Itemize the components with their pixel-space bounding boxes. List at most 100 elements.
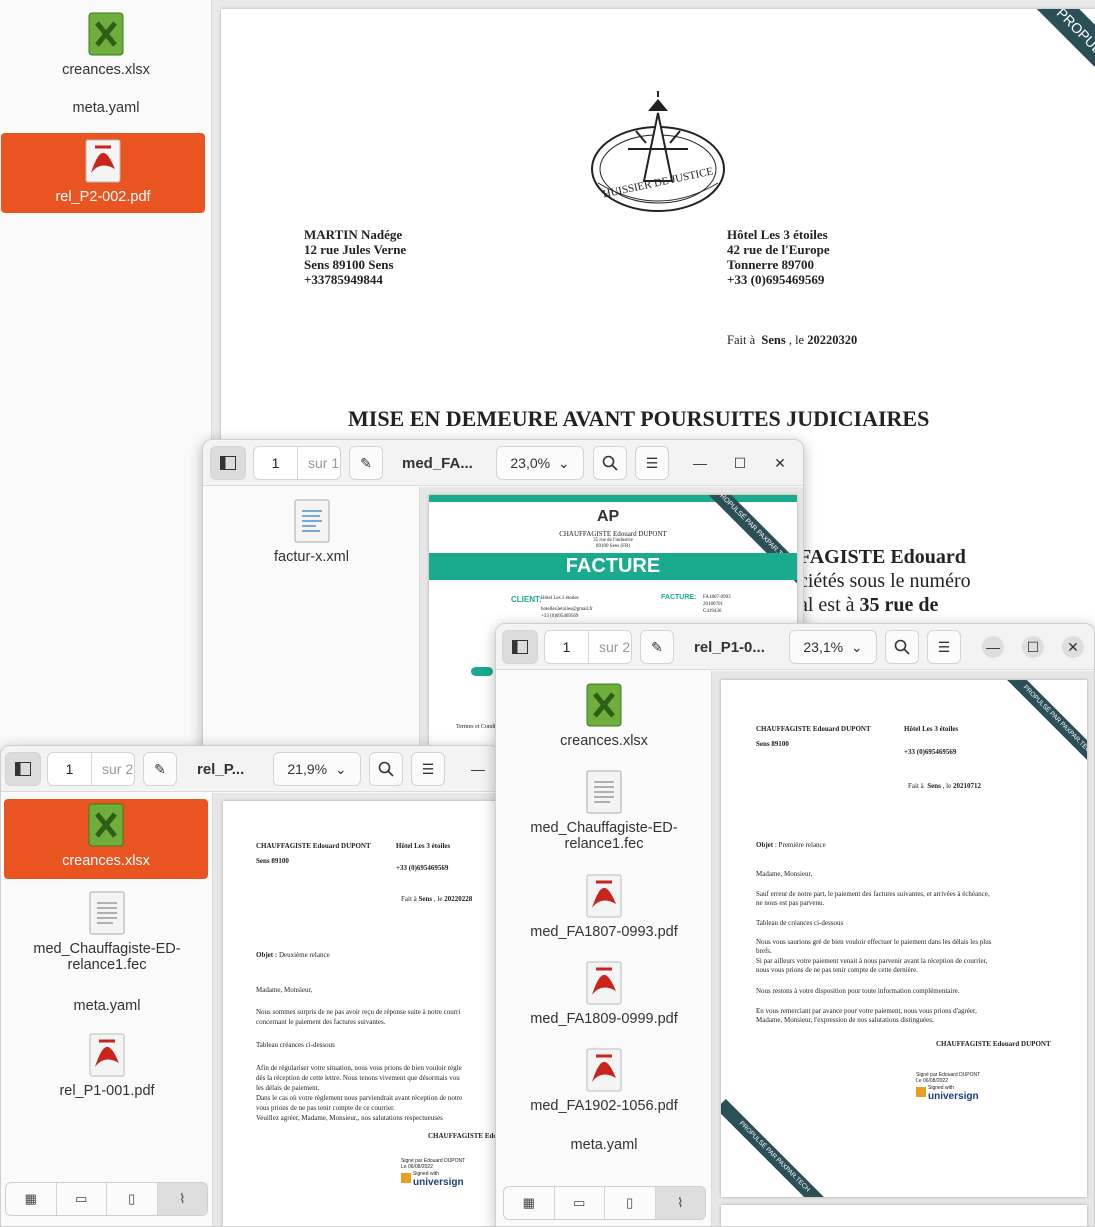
excel-file-icon: [586, 683, 622, 727]
search-button[interactable]: [593, 446, 627, 480]
recipient-address: Hôtel Les 3 étoiles 42 rue de l'Europe T…: [727, 227, 830, 287]
minimize-button[interactable]: —: [982, 636, 1004, 658]
search-button[interactable]: [885, 630, 919, 664]
date-line: Fait à Sens , le 20220320: [727, 333, 858, 347]
letter-line: Tableau de créances ci-dessous: [756, 919, 844, 927]
attachment-item-fec[interactable]: med_Chauffagiste-ED-relance1.fec: [1, 891, 213, 973]
sender-name: CHAUFFAGISTE Edouard DUPONT: [756, 725, 871, 733]
page-number-entry[interactable]: 1 sur 2: [47, 752, 135, 786]
pencil-icon: ✎: [651, 638, 663, 655]
letter-line: Nous vous saurions gré de bien vouloir e…: [756, 938, 992, 946]
attachment-item-factur-x-xml[interactable]: factur-x.xml: [203, 499, 420, 565]
search-button[interactable]: [369, 752, 403, 786]
pencil-icon: ✎: [360, 454, 372, 471]
bookmarks-tab[interactable]: ▯: [107, 1183, 158, 1215]
minimize-button[interactable]: —: [467, 758, 489, 780]
attachment-item-creances-xlsx[interactable]: creances.xlsx: [496, 683, 712, 749]
attachment-label: med_FA1807-0993.pdf: [530, 924, 678, 940]
zoom-dropdown[interactable]: 23,1% ⌄: [789, 630, 877, 664]
minimize-button[interactable]: —: [689, 452, 711, 474]
window-rel-p2-viewer: 1 sur 2 ✎ rel_P... 21,9% ⌄ ☰ — creances.x…: [0, 745, 500, 1227]
sidebar-toggle-button[interactable]: [502, 630, 538, 664]
attachment-item-meta-yaml[interactable]: meta.yaml: [1, 998, 213, 1014]
annotations-tab[interactable]: ▭: [57, 1183, 107, 1215]
attachment-item-med-fa1807-0993-pdf[interactable]: med_FA1807-0993.pdf: [496, 874, 712, 940]
pdf-file-icon: [85, 139, 121, 183]
pdf-file-icon: [586, 1048, 622, 1092]
text-file-icon: [89, 891, 125, 935]
page-number-entry[interactable]: 1 sur 1: [253, 446, 341, 480]
attachments-tab[interactable]: ⌇: [157, 1183, 207, 1215]
annotations-tab[interactable]: ▭: [555, 1187, 605, 1219]
thumbnails-tab[interactable]: ▦: [6, 1183, 57, 1215]
sender-address: MARTIN Nadége 12 rue Jules Verne Sens 89…: [304, 227, 407, 287]
attachment-item-creances-xlsx[interactable]: creances.xlsx: [4, 799, 208, 879]
attachment-item-med-fa1902-1056-pdf[interactable]: med_FA1902-1056.pdf: [496, 1048, 712, 1114]
close-button[interactable]: ✕: [769, 452, 791, 474]
client-name: Hôtel Les 3 étoiles: [541, 596, 579, 601]
letter-line: les délais de paiement.: [256, 1084, 320, 1092]
signed-date: Le 06/08/2022: [916, 1078, 948, 1084]
window-rel-p1-viewer: 1 sur 2 ✎ rel_P1-0... 23,1% ⌄ ☰ — ☐ ✕ cre…: [495, 623, 1095, 1227]
search-icon: [602, 455, 618, 471]
bookmarks-tab[interactable]: ▯: [605, 1187, 656, 1219]
sidebar-toggle-button[interactable]: [5, 752, 41, 786]
invoice-code: C419436: [703, 609, 722, 614]
attachments-tab[interactable]: ⌇: [655, 1187, 705, 1219]
document-view: CHAUFFAGISTE Edouard DUPONT Sens 89100 H…: [213, 793, 499, 1226]
letter-line: Madame, Monsieur,: [756, 870, 813, 878]
sidebar-icon: [220, 456, 236, 470]
attachment-item-rel-p1-001-pdf[interactable]: rel_P1-001.pdf: [1, 1033, 213, 1099]
signature-name: CHAUFFAGISTE Edouard DUPONT: [936, 1040, 1051, 1048]
letter-line: nous vous prions de ne pas tenir compte …: [756, 966, 918, 974]
annotate-button[interactable]: ✎: [349, 446, 383, 480]
facture-top-bar: [429, 495, 797, 502]
objet-line: Objet : Première relance: [756, 841, 826, 849]
maximize-button[interactable]: ☐: [1022, 636, 1044, 658]
letter-line: concernant le paiement des factures suiv…: [256, 1018, 386, 1026]
menu-button[interactable]: ☰: [411, 752, 445, 786]
thumbnails-tab[interactable]: ▦: [504, 1187, 555, 1219]
hamburger-icon: ☰: [645, 454, 659, 471]
maximize-button[interactable]: ☐: [729, 452, 751, 474]
annotate-button[interactable]: ✎: [143, 752, 177, 786]
date-line: Fait à Sens , le 20210712: [908, 782, 981, 790]
attachment-item-fec[interactable]: med_Chauffagiste-ED-relance1.fec: [496, 770, 712, 852]
sender-city: Sens 89100: [756, 740, 789, 748]
attachment-item-med-fa1809-0999-pdf[interactable]: med_FA1809-0999.pdf: [496, 961, 712, 1027]
sidebar-icon: [15, 762, 31, 776]
comment-icon: ▭: [573, 1195, 586, 1210]
attachment-label: creances.xlsx: [62, 62, 150, 78]
attachment-item-rel-p2-002-pdf[interactable]: rel_P2-002.pdf: [1, 133, 205, 213]
pdf-file-icon: [586, 961, 622, 1005]
close-button[interactable]: ✕: [1062, 636, 1084, 658]
menu-button[interactable]: ☰: [635, 446, 669, 480]
letter-line: ne nous est pas parvenu.: [756, 899, 825, 907]
sidebar-toggle-button[interactable]: [210, 446, 246, 480]
grid-icon: ▦: [24, 1191, 37, 1206]
excel-file-icon: [88, 803, 124, 847]
book-icon: ▯: [128, 1191, 136, 1206]
zoom-dropdown[interactable]: 23,0% ⌄: [496, 446, 584, 480]
headerbar: 1 sur 1 ✎ med_FA... 23,0% ⌄ ☰ — ☐ ✕: [203, 440, 803, 486]
attachment-item-creances-xlsx[interactable]: creances.xlsx: [0, 12, 212, 78]
page-number-entry[interactable]: 1 sur 2: [544, 630, 632, 664]
letter-line: Sauf erreur de notre part, le paiement d…: [756, 890, 990, 898]
attachment-item-meta-yaml[interactable]: meta.yaml: [0, 100, 212, 116]
invoice-label: FACTURE:: [661, 594, 697, 601]
company-city: 89100 Sens (FR): [596, 544, 630, 549]
relance-p1-page: PROPULSÉ PAR PAXPAR.TECH PROPULSÉ PAR PA…: [721, 680, 1087, 1197]
excel-file-icon: [88, 12, 124, 56]
date-line: Fait à Sens , le 20220228: [401, 895, 473, 903]
letter-line: Afin de régulariser votre situation, nou…: [256, 1064, 462, 1072]
facture-banner: FACTURE: [429, 553, 797, 580]
menu-button[interactable]: ☰: [927, 630, 961, 664]
zoom-dropdown[interactable]: 21,9% ⌄: [273, 752, 361, 786]
chevron-down-icon: ⌄: [334, 760, 347, 777]
letter-line: Madame, Monsieur,: [256, 986, 313, 994]
pencil-icon: ✎: [154, 760, 166, 777]
client-phone: +33 (0)695469569: [541, 614, 579, 619]
attachment-item-meta-yaml[interactable]: meta.yaml: [496, 1137, 712, 1153]
annotate-button[interactable]: ✎: [640, 630, 674, 664]
sender-name: CHAUFFAGISTE Edouard DUPONT: [256, 842, 371, 850]
